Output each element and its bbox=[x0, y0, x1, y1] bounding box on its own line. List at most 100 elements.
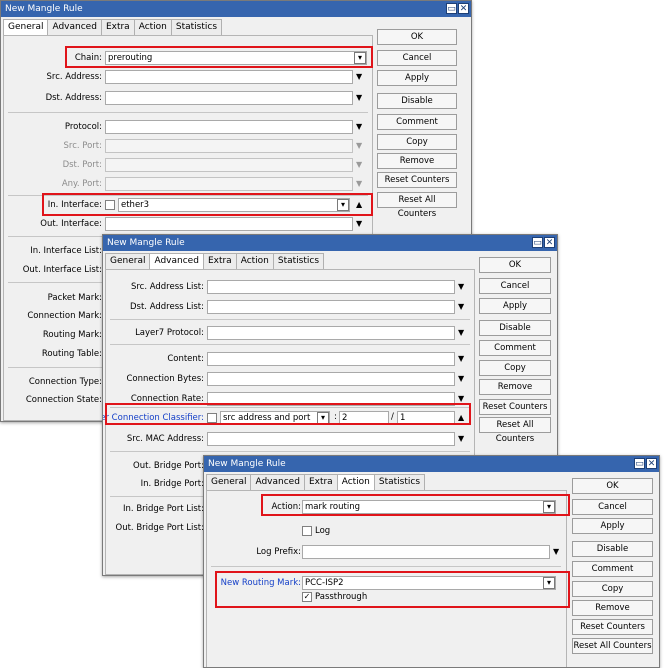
src-address-list-label: Src. Address List: bbox=[130, 282, 204, 292]
tab-statistics[interactable]: Statistics bbox=[170, 19, 223, 35]
reset-all-counters-button[interactable]: Reset All Counters bbox=[572, 638, 653, 654]
src-address-list-input[interactable] bbox=[207, 280, 455, 294]
tab-extra[interactable]: Extra bbox=[303, 474, 338, 490]
mangle-rule-window-action: New Mangle Rule ▭ ✕ General Advanced Ext… bbox=[203, 455, 660, 668]
disable-button[interactable]: Disable bbox=[377, 93, 457, 109]
highlight-new-routing-mark bbox=[215, 571, 570, 608]
log-prefix-input[interactable] bbox=[302, 545, 550, 559]
log-prefix-label: Log Prefix: bbox=[256, 547, 301, 557]
dst-port-input[interactable] bbox=[105, 158, 353, 172]
dst-address-list-label: Dst. Address List: bbox=[130, 302, 204, 312]
ok-button[interactable]: OK bbox=[377, 29, 457, 45]
tab-statistics[interactable]: Statistics bbox=[272, 253, 325, 269]
dst-address-list-input[interactable] bbox=[207, 300, 455, 314]
copy-button[interactable]: Copy bbox=[572, 581, 653, 597]
copy-button[interactable]: Copy bbox=[377, 134, 457, 150]
comment-button[interactable]: Comment bbox=[572, 561, 653, 577]
src-mac-address-dropdown-icon[interactable]: ▼ bbox=[458, 433, 464, 445]
tab-action[interactable]: Action bbox=[133, 19, 172, 35]
apply-button[interactable]: Apply bbox=[572, 518, 653, 534]
dst-address-list-dropdown-icon[interactable]: ▼ bbox=[458, 301, 464, 313]
out-interface-dropdown-icon[interactable]: ▼ bbox=[356, 218, 362, 230]
close-icon[interactable]: ✕ bbox=[458, 3, 469, 14]
protocol-input[interactable] bbox=[105, 120, 353, 134]
src-port-dropdown-icon[interactable]: ▼ bbox=[356, 140, 362, 152]
comment-button[interactable]: Comment bbox=[377, 114, 457, 130]
out-interface-input[interactable] bbox=[105, 217, 353, 231]
maximize-icon[interactable]: ▭ bbox=[634, 458, 645, 469]
packet-mark-label: Packet Mark: bbox=[47, 293, 102, 303]
remove-button[interactable]: Remove bbox=[572, 600, 653, 616]
log-prefix-dropdown-icon[interactable]: ▼ bbox=[553, 546, 559, 558]
log-checkbox[interactable] bbox=[302, 526, 312, 536]
maximize-icon[interactable]: ▭ bbox=[532, 237, 543, 248]
comment-button[interactable]: Comment bbox=[479, 340, 551, 356]
protocol-dropdown-icon[interactable]: ▼ bbox=[356, 121, 362, 133]
ok-button[interactable]: OK bbox=[572, 478, 653, 494]
divider bbox=[8, 112, 368, 113]
window-titlebar[interactable]: New Mangle Rule ▭ ✕ bbox=[204, 456, 659, 472]
window-titlebar[interactable]: New Mangle Rule ▭ ✕ bbox=[1, 1, 471, 17]
disable-button[interactable]: Disable bbox=[572, 541, 653, 557]
src-address-list-dropdown-icon[interactable]: ▼ bbox=[458, 281, 464, 293]
in-bridge-port-label: In. Bridge Port: bbox=[140, 479, 204, 489]
dst-address-input[interactable] bbox=[105, 91, 353, 105]
reset-all-counters-button[interactable]: Reset All Counters bbox=[377, 192, 457, 219]
dst-address-dropdown-icon[interactable]: ▼ bbox=[356, 92, 362, 104]
tab-statistics[interactable]: Statistics bbox=[373, 474, 426, 490]
apply-button[interactable]: Apply bbox=[479, 298, 551, 314]
divider bbox=[110, 451, 470, 452]
src-mac-address-input[interactable] bbox=[207, 432, 455, 446]
reset-all-counters-button[interactable]: Reset All Counters bbox=[479, 417, 551, 444]
cancel-button[interactable]: Cancel bbox=[479, 278, 551, 294]
src-address-dropdown-icon[interactable]: ▼ bbox=[356, 71, 362, 83]
divider bbox=[211, 566, 561, 567]
tab-advanced[interactable]: Advanced bbox=[47, 19, 102, 35]
window-titlebar[interactable]: New Mangle Rule ▭ ✕ bbox=[103, 235, 557, 251]
apply-button[interactable]: Apply bbox=[377, 70, 457, 86]
any-port-input[interactable] bbox=[105, 177, 353, 191]
out-interface-label: Out. Interface: bbox=[40, 219, 102, 229]
dst-port-dropdown-icon[interactable]: ▼ bbox=[356, 159, 362, 171]
connection-bytes-dropdown-icon[interactable]: ▼ bbox=[458, 373, 464, 385]
tab-action[interactable]: Action bbox=[336, 474, 375, 491]
divider bbox=[110, 344, 470, 345]
window-title: New Mangle Rule bbox=[208, 459, 286, 469]
src-mac-address-label: Src. MAC Address: bbox=[126, 434, 204, 444]
tab-extra[interactable]: Extra bbox=[100, 19, 135, 35]
copy-button[interactable]: Copy bbox=[479, 360, 551, 376]
any-port-dropdown-icon[interactable]: ▼ bbox=[356, 178, 362, 190]
connection-bytes-label: Connection Bytes: bbox=[126, 374, 204, 384]
ok-button[interactable]: OK bbox=[479, 257, 551, 273]
cancel-button[interactable]: Cancel bbox=[572, 499, 653, 515]
connection-state-label: Connection State: bbox=[25, 395, 102, 405]
close-icon[interactable]: ✕ bbox=[544, 237, 555, 248]
src-address-input[interactable] bbox=[105, 70, 353, 84]
tab-extra[interactable]: Extra bbox=[202, 253, 237, 269]
tab-general[interactable]: General bbox=[3, 19, 49, 36]
any-port-label: Any. Port: bbox=[61, 179, 102, 189]
layer7-protocol-dropdown-icon[interactable]: ▼ bbox=[458, 327, 464, 339]
maximize-icon[interactable]: ▭ bbox=[446, 3, 457, 14]
close-icon[interactable]: ✕ bbox=[646, 458, 657, 469]
reset-counters-button[interactable]: Reset Counters bbox=[572, 619, 653, 635]
content-input[interactable] bbox=[207, 352, 455, 366]
tab-advanced[interactable]: Advanced bbox=[149, 253, 204, 270]
tab-action[interactable]: Action bbox=[235, 253, 274, 269]
tab-advanced[interactable]: Advanced bbox=[250, 474, 305, 490]
reset-counters-button[interactable]: Reset Counters bbox=[479, 399, 551, 415]
remove-button[interactable]: Remove bbox=[479, 379, 551, 395]
tab-general[interactable]: General bbox=[105, 253, 151, 269]
remove-button[interactable]: Remove bbox=[377, 153, 457, 169]
connection-bytes-input[interactable] bbox=[207, 372, 455, 386]
content-dropdown-icon[interactable]: ▼ bbox=[458, 353, 464, 365]
disable-button[interactable]: Disable bbox=[479, 320, 551, 336]
tab-general[interactable]: General bbox=[206, 474, 252, 490]
cancel-button[interactable]: Cancel bbox=[377, 50, 457, 66]
src-port-input[interactable] bbox=[105, 139, 353, 153]
reset-counters-button[interactable]: Reset Counters bbox=[377, 172, 457, 188]
window-title: New Mangle Rule bbox=[5, 4, 83, 14]
layer7-protocol-input[interactable] bbox=[207, 326, 455, 340]
src-port-label: Src. Port: bbox=[63, 141, 103, 151]
tab-bar: General Advanced Extra Action Statistics bbox=[3, 19, 223, 36]
